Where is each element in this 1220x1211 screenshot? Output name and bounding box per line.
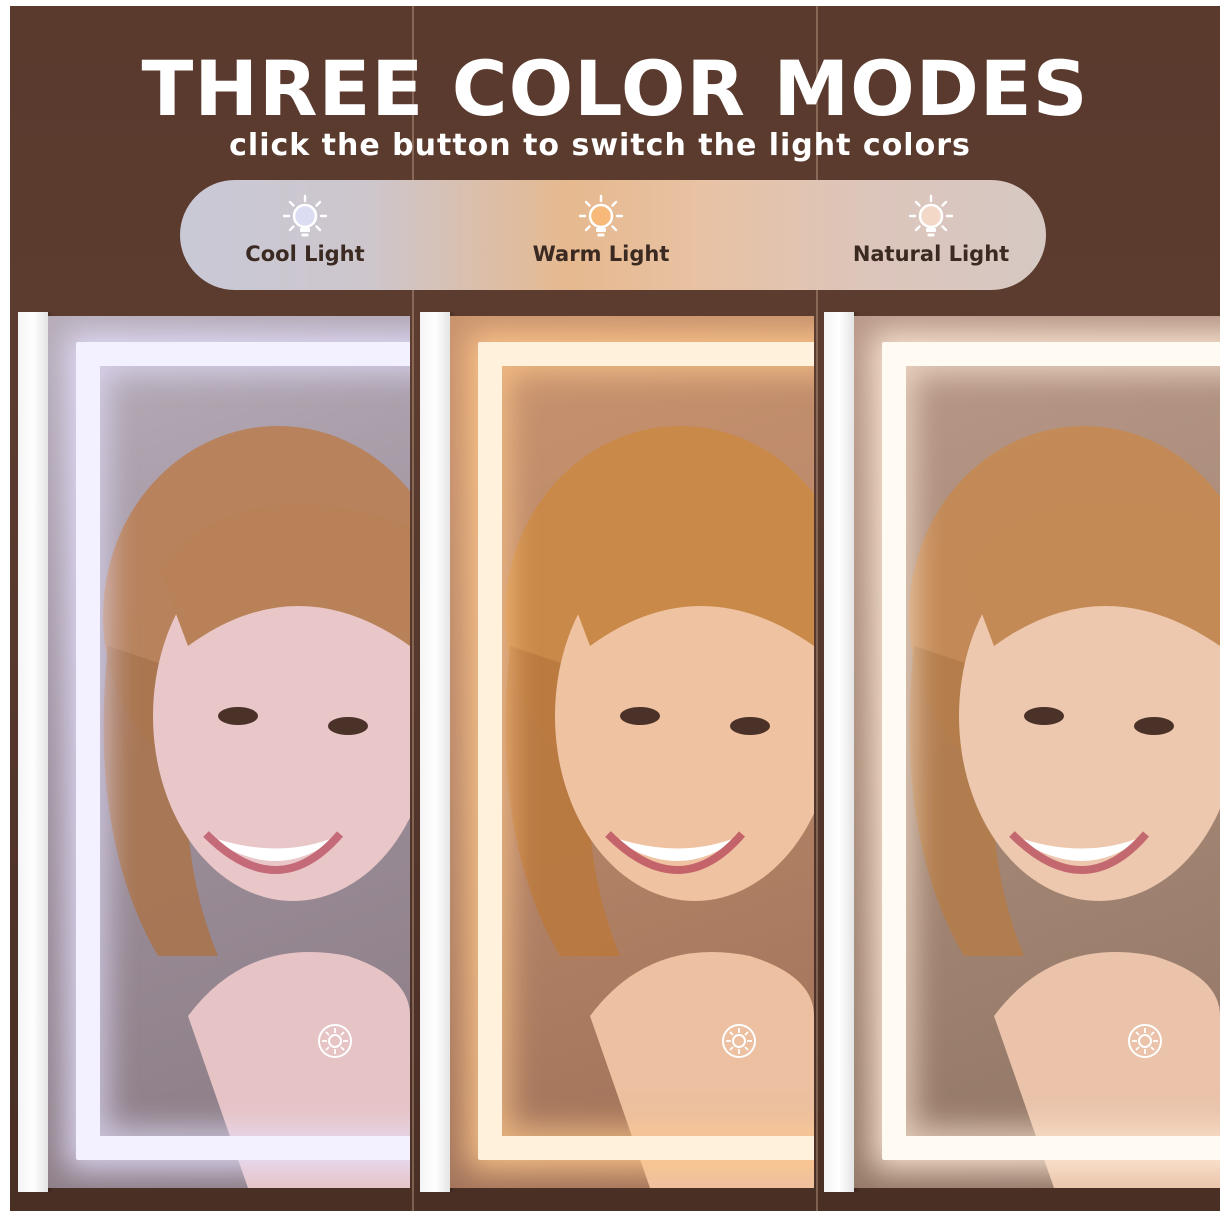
mode-label-cool: Cool Light — [245, 242, 365, 266]
mirror-frame — [18, 312, 48, 1192]
mirror-surface — [48, 316, 410, 1188]
mode-label-warm: Warm Light — [532, 242, 670, 266]
mode-selector: Cool Light Warm Light Natural Light — [180, 180, 1046, 290]
mode-label-natural: Natural Light — [852, 242, 1010, 266]
touch-button-icon[interactable] — [316, 1022, 354, 1060]
mirror-frame — [420, 312, 450, 1192]
page-subtitle: click the button to switch the light col… — [229, 128, 971, 163]
infographic: THREE COLOR MODES click the button to sw… — [10, 6, 1220, 1211]
led-light-strip — [478, 342, 814, 1160]
bulb-icon — [578, 194, 624, 237]
mode-option-cool[interactable]: Cool Light — [200, 180, 410, 290]
bulb-icon — [282, 194, 328, 237]
mirror-panel-warm — [420, 312, 814, 1192]
touch-button-icon[interactable] — [720, 1022, 758, 1060]
mirror-panel-natural — [824, 312, 1220, 1192]
touch-button-icon[interactable] — [1126, 1022, 1164, 1060]
mode-option-warm[interactable]: Warm Light — [496, 180, 706, 290]
mirror-surface — [450, 316, 814, 1188]
mode-option-natural[interactable]: Natural Light — [826, 180, 1036, 290]
mirror-panel-cool — [18, 312, 410, 1192]
led-light-strip — [76, 342, 410, 1160]
led-light-strip — [882, 342, 1220, 1160]
bulb-icon — [908, 194, 954, 237]
page-title: THREE COLOR MODES — [141, 44, 1089, 133]
mirror-frame — [824, 312, 854, 1192]
mirror-surface — [854, 316, 1220, 1188]
